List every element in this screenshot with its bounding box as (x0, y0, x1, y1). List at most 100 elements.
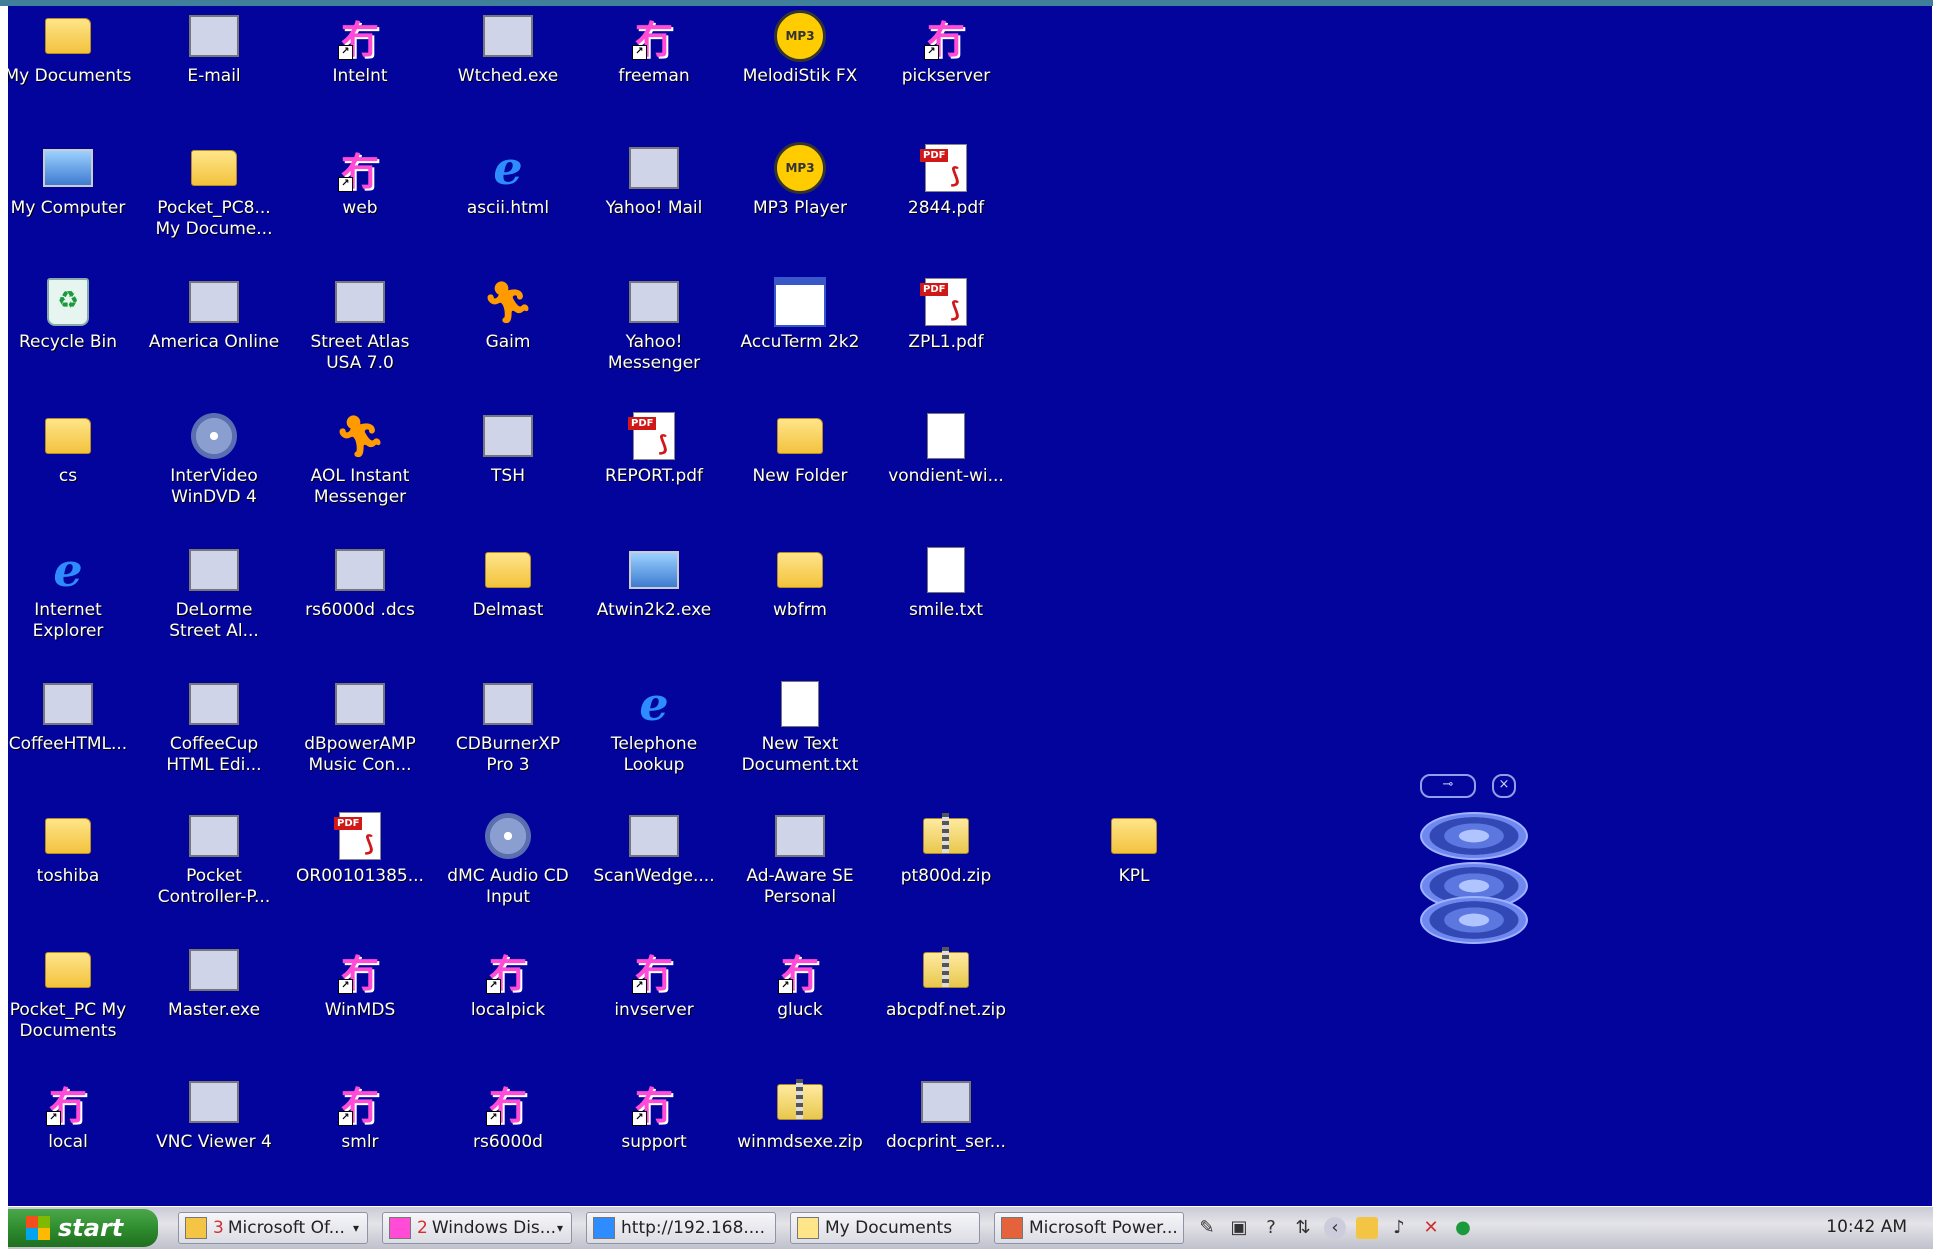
desktop-icon[interactable]: 🏃︎ AOL Instant Messenger (290, 406, 430, 526)
disconnected-icon[interactable]: ✕ (1420, 1217, 1442, 1239)
desktop-icon[interactable]: 冇 ↗ pickserver (876, 6, 1016, 126)
desktop-icon[interactable]: CoffeeCup HTML Edi... (144, 674, 284, 794)
status-green-icon[interactable]: ● (1452, 1217, 1474, 1239)
task-group-count: 3 (213, 1218, 224, 1238)
desktop-icon[interactable]: Atwin2k2.exe (584, 540, 724, 660)
start-button[interactable]: start (8, 1209, 158, 1247)
desktop-icon[interactable]: AccuTerm 2k2 (730, 272, 870, 392)
desktop-icon[interactable]: docprint_ser... (876, 1072, 1016, 1192)
desktop-icon-label: toshiba (36, 866, 100, 886)
help-icon[interactable]: ? (1260, 1217, 1282, 1239)
volume-icon[interactable]: ♪ (1388, 1217, 1410, 1239)
desktop-icon[interactable]: E-mail (144, 6, 284, 126)
hh-shortcut-icon: 冇 ↗ (42, 1078, 94, 1128)
desktop-icon[interactable]: Master.exe (144, 940, 284, 1060)
desktop-icon[interactable]: e Telephone Lookup (584, 674, 724, 794)
desktop-icon[interactable]: 冇 ↗ gluck (730, 940, 870, 1060)
desktop-icon[interactable]: 冇 ↗ smlr (290, 1072, 430, 1192)
desktop-icon[interactable]: ZPL1.pdf (876, 272, 1016, 392)
desktop-icon[interactable]: ScanWedge.... (584, 806, 724, 926)
desktop-icon[interactable]: REPORT.pdf (584, 406, 724, 526)
desktop-icon-label: Master.exe (167, 1000, 261, 1020)
desktop-icon[interactable]: e Internet Explorer (8, 540, 138, 660)
desktop-icon[interactable]: winmdsexe.zip (730, 1072, 870, 1192)
desktop-icon-label: support (621, 1132, 687, 1152)
desktop-icon[interactable]: wbfrm (730, 540, 870, 660)
desktop-icon[interactable]: 冇 ↗ local (8, 1072, 138, 1192)
desktop-icon[interactable]: OR00101385... (290, 806, 430, 926)
recycle-bin-icon: ♻ (42, 278, 94, 326)
display-icon[interactable]: ▣ (1228, 1217, 1250, 1239)
desktop-icon[interactable]: 冇 ↗ invserver (584, 940, 724, 1060)
desktop-icon[interactable]: cs (8, 406, 138, 526)
taskbar-button-browser[interactable]: http://192.168.... (586, 1212, 776, 1244)
desktop-icon[interactable]: 冇 ↗ WinMDS (290, 940, 430, 1060)
desktop-icon[interactable]: Pocket Controller-P... (144, 806, 284, 926)
desktop-icon[interactable]: 冇 ↗ localpick (438, 940, 578, 1060)
sync-folder-icon (188, 144, 240, 192)
desktop-icon[interactable]: Ad-Aware SE Personal (730, 806, 870, 926)
desktop-icon[interactable]: Yahoo! Mail (584, 138, 724, 258)
widget-minimize-button[interactable]: ⊸ (1420, 774, 1476, 798)
desktop-icon[interactable]: toshiba (8, 806, 138, 926)
desktop-icon[interactable]: InterVideo WinDVD 4 (144, 406, 284, 526)
desktop-icon[interactable]: 2844.pdf (876, 138, 1016, 258)
desktop-icon-label: ZPL1.pdf (908, 332, 984, 352)
desktop-icon[interactable]: My Documents (8, 6, 138, 126)
desktop-icon[interactable]: New Text Document.txt (730, 674, 870, 794)
desktop-icon[interactable]: VNC Viewer 4 (144, 1072, 284, 1192)
desktop-icon[interactable]: rs6000d .dcs (290, 540, 430, 660)
network-icon[interactable]: ⇅ (1292, 1217, 1314, 1239)
desktop-icon[interactable]: Wtched.exe (438, 6, 578, 126)
folder-icon (1108, 812, 1160, 860)
aol-icon (188, 278, 240, 326)
desktop-icon[interactable]: Pocket_PC My Documents (8, 940, 138, 1060)
desktop-icon-label: web (342, 198, 378, 218)
desktop-icon[interactable]: My Computer (8, 138, 138, 258)
pen-icon[interactable]: ✎ (1196, 1217, 1218, 1239)
desktop-icon-label: Pocket Controller-P... (157, 866, 271, 907)
widget-orb-top[interactable] (1420, 812, 1528, 860)
desktop-icon[interactable]: dMC Audio CD Input (438, 806, 578, 926)
desktop-icon[interactable]: 冇 ↗ support (584, 1072, 724, 1192)
desktop-icon[interactable]: MP3 MelodiStik FX (730, 6, 870, 126)
desktop-icon[interactable]: TSH (438, 406, 578, 526)
widget-orb-bottom[interactable] (1420, 896, 1528, 944)
desktop-icon[interactable]: 🏃︎ Gaim (438, 272, 578, 392)
circle-arrow-icon[interactable]: ‹ (1324, 1217, 1346, 1239)
pentagram-icon (482, 12, 534, 60)
desktop-icon[interactable]: Delmast (438, 540, 578, 660)
desktop-icon[interactable]: abcpdf.net.zip (876, 940, 1016, 1060)
taskbar-button-powerpoint[interactable]: Microsoft Power... (994, 1212, 1184, 1244)
desktop-icon[interactable]: e ascii.html (438, 138, 578, 258)
internet-explorer-icon (593, 1217, 615, 1239)
taskbar-button-windows-dis[interactable]: 2 Windows Dis... ▾ (382, 1212, 572, 1244)
desktop-icon[interactable]: CoffeeHTML... (8, 674, 138, 794)
desktop-icon[interactable]: 冇 ↗ rs6000d (438, 1072, 578, 1192)
taskbar-button-office[interactable]: 3 Microsoft Of... ▾ (178, 1212, 368, 1244)
app-tray-icon[interactable] (1356, 1217, 1378, 1239)
desktop-icon[interactable]: vondient-wi... (876, 406, 1016, 526)
clock[interactable]: 10:42 AM (1826, 1217, 1907, 1237)
desktop-icon[interactable]: CDBurnerXP Pro 3 (438, 674, 578, 794)
desktop-icon-label: My Computer (10, 198, 126, 218)
widget-close-button[interactable]: × (1492, 774, 1516, 798)
desktop-icon[interactable]: 冇 ↗ web (290, 138, 430, 258)
desktop-icon[interactable]: smile.txt (876, 540, 1016, 660)
desktop-icon[interactable]: DeLorme Street Al... (144, 540, 284, 660)
desktop-icon-kpl[interactable]: KPL (1064, 806, 1204, 926)
desktop-icon[interactable]: 冇 ↗ Intelnt (290, 6, 430, 126)
desktop[interactable]: My Documents E-mail 冇 ↗ Intelnt Wtched.exe 冇 ↗ f… (8, 6, 1932, 1206)
desktop-icon[interactable]: Yahoo! Messenger (584, 272, 724, 392)
desktop-icon[interactable]: MP3 MP3 Player (730, 138, 870, 258)
taskbar-button-my-documents[interactable]: My Documents (790, 1212, 980, 1244)
desktop-icon[interactable]: New Folder (730, 406, 870, 526)
desktop-icon[interactable]: Pocket_PC8... My Docume... (144, 138, 284, 258)
desktop-icon[interactable]: America Online (144, 272, 284, 392)
desktop-icon[interactable]: ♻ Recycle Bin (8, 272, 138, 392)
network-icon (482, 412, 534, 460)
desktop-icon[interactable]: 冇 ↗ freeman (584, 6, 724, 126)
desktop-icon[interactable]: pt800d.zip (876, 806, 1016, 926)
desktop-icon[interactable]: Street Atlas USA 7.0 (290, 272, 430, 392)
desktop-icon[interactable]: dBpowerAMP Music Con... (290, 674, 430, 794)
